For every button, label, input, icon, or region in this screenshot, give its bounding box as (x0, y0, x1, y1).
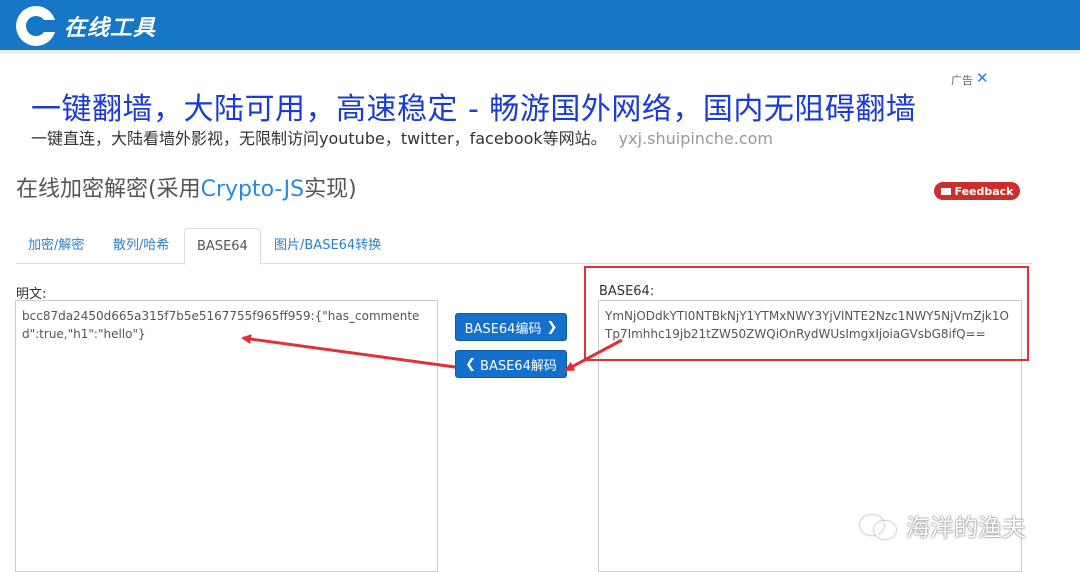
annotation-arrows (241, 334, 623, 372)
wechat-icon (858, 511, 900, 541)
arrow-to-plaintext (241, 334, 456, 369)
watermark-text: 海洋的渔夫 (906, 514, 1026, 542)
watermark: 海洋的渔夫 (858, 508, 1026, 543)
arrow-to-decode-button (564, 338, 623, 372)
